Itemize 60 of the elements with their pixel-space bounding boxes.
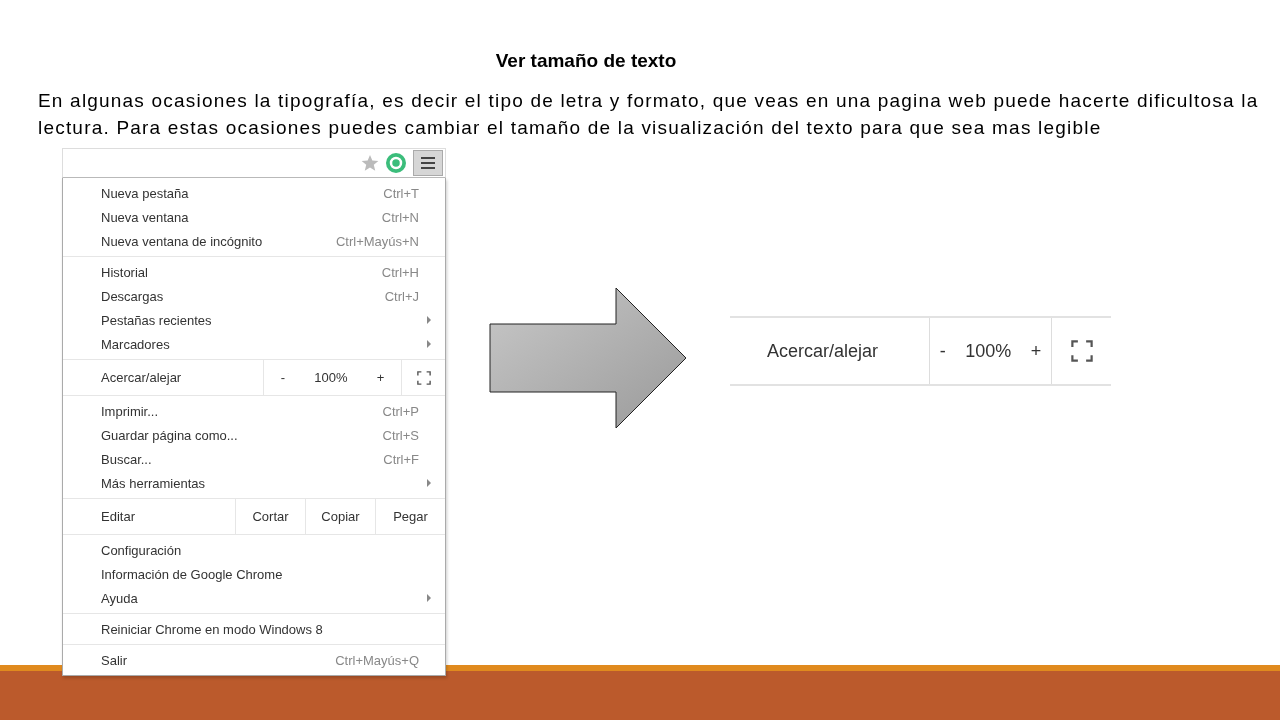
edit-button[interactable]: Copiar	[317, 507, 364, 526]
shortcut-label: Ctrl+F	[383, 451, 419, 467]
menu-item[interactable]: Guardar página como... Ctrl+S	[63, 423, 445, 447]
menu-item-label: Ayuda	[101, 590, 139, 606]
menu-item[interactable]: Pestañas recientes	[63, 308, 445, 332]
shortcut-label: Ctrl+P	[382, 403, 419, 419]
menu-item[interactable]: Nueva ventana Ctrl+N	[63, 205, 445, 229]
menu-item-label: Pestañas recientes	[101, 312, 213, 328]
shortcut-label: Ctrl+H	[381, 264, 419, 280]
slide-paragraph: En algunas ocasiones la tipografía, es decir el tipo de letra y formato, que veas en una pagina web puede hacerte dificultosa la lectura. Para estas ocasiones puedes cambiar el tamaño de la visualización del texto para que sea mas legible	[38, 89, 1260, 140]
zoom-out-button[interactable]: -	[276, 368, 289, 387]
menu-item[interactable]: Reiniciar Chrome en modo Windows 8	[63, 617, 445, 641]
fullscreen-icon[interactable]	[1070, 340, 1093, 362]
menu-item[interactable]: Salir Ctrl+Mayús+Q	[63, 648, 445, 672]
menu-item-label: Editar	[100, 509, 136, 524]
shortcut-label: Ctrl+Mayús+Q	[335, 652, 419, 668]
menu-item-label: Marcadores	[101, 336, 171, 352]
fullscreen-icon[interactable]	[416, 370, 431, 385]
shortcut-label: Ctrl+T	[383, 185, 419, 201]
edit-button[interactable]: Cortar	[248, 507, 293, 526]
menu-item-label: Historial	[101, 264, 149, 280]
menu-item-label: Imprimir...	[101, 403, 160, 419]
shortcut-label: Ctrl+N	[381, 209, 419, 225]
zoom-label: Acercar/alejar	[766, 340, 880, 362]
menu-item[interactable]: Imprimir... Ctrl+P	[63, 399, 445, 423]
menu-item-label: Reiniciar Chrome en modo Windows 8	[101, 621, 324, 637]
menu-item-label: Nueva ventana	[101, 209, 190, 225]
shortcut-label: Ctrl+Mayús+N	[335, 233, 419, 249]
menu-item-label: Más herramientas	[101, 475, 207, 491]
menu-item-label: Configuración	[101, 542, 183, 558]
menu-item[interactable]: Ayuda	[63, 586, 445, 610]
zoom-in-button[interactable]: +	[372, 368, 389, 387]
menu-item[interactable]: Buscar... Ctrl+F	[63, 447, 445, 471]
zoom-in-button[interactable]: +	[1030, 340, 1042, 362]
menu-item[interactable]: Historial Ctrl+H	[63, 260, 445, 284]
slide-title: Ver tamaño de texto	[494, 50, 678, 72]
menu-item[interactable]: Configuración	[63, 538, 445, 562]
menu-item-label: Información de Google Chrome	[101, 566, 284, 582]
menu-item-label: Nueva pestaña	[101, 185, 190, 201]
menu-item[interactable]: Marcadores	[63, 332, 445, 356]
shortcut-label: Ctrl+J	[384, 288, 419, 304]
menu-item-label: Guardar página como...	[101, 427, 239, 443]
menu-item-label: Descargas	[101, 288, 165, 304]
menu-item-label: Buscar...	[101, 451, 153, 467]
shortcut-label: Ctrl+S	[382, 427, 419, 443]
zoom-out-button[interactable]: -	[939, 340, 946, 362]
menu-button[interactable]	[413, 150, 443, 176]
menu-item[interactable]: Nueva pestaña Ctrl+T	[63, 181, 445, 205]
menu-item-label: Salir	[101, 652, 128, 668]
menu-item-label: Nueva ventana de incógnito	[101, 233, 264, 249]
menu-item-label: Acercar/alejar	[100, 370, 183, 385]
menu-item[interactable]: Descargas Ctrl+J	[63, 284, 445, 308]
menu-item[interactable]: Información de Google Chrome	[63, 562, 445, 586]
edit-button[interactable]: Pegar	[389, 507, 432, 526]
star-icon[interactable]	[361, 154, 379, 172]
menu-item[interactable]: Nueva ventana de incógnito Ctrl+Mayús+N	[63, 229, 445, 253]
zoom-level: 100%	[965, 340, 1012, 362]
menu-icon	[421, 157, 435, 169]
zoom-level: 100%	[314, 370, 348, 385]
menu-item[interactable]: Más herramientas	[63, 471, 445, 495]
